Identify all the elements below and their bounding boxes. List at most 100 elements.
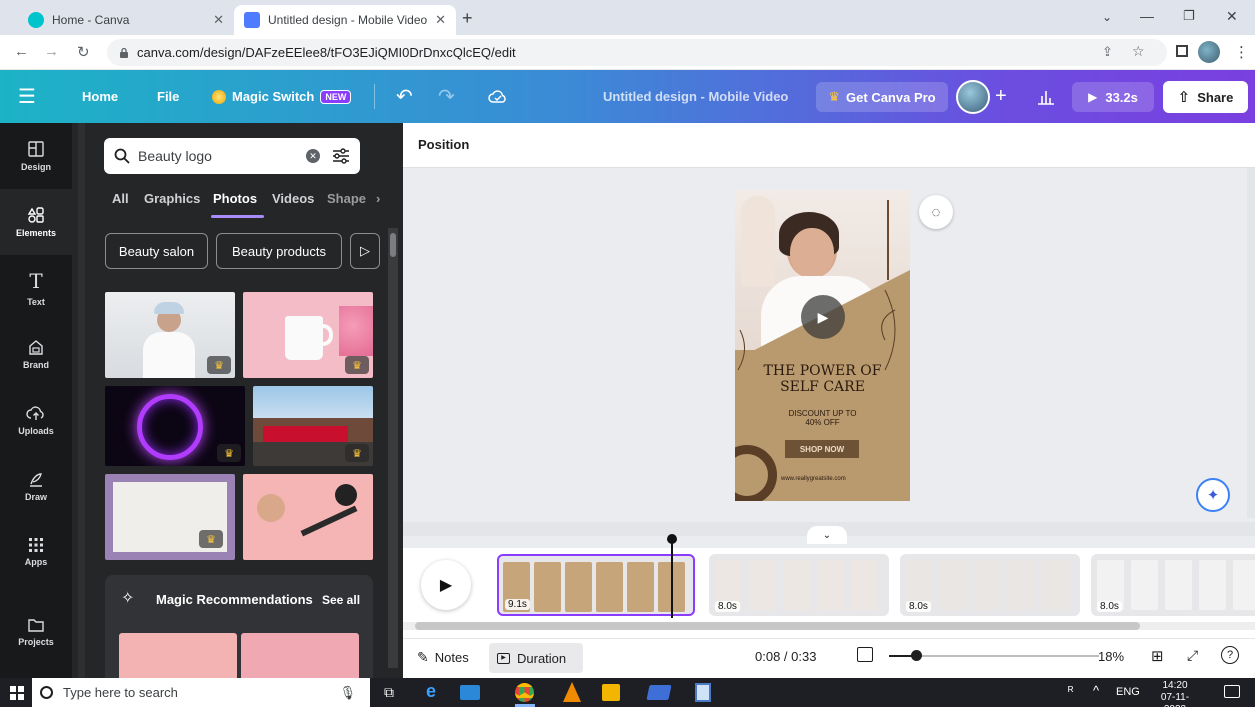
file-menu-button[interactable]: File xyxy=(157,70,179,123)
chip-beauty-salon[interactable]: Beauty salon xyxy=(105,233,208,269)
windows-search-box[interactable]: Type here to search 🎙 xyxy=(32,678,370,707)
tab-home-canva[interactable]: Home - Canva ✕ xyxy=(18,5,234,35)
timeline-clip-1[interactable]: 9.1s xyxy=(497,554,695,616)
magic-assistant-sparkle-icon[interactable]: ✦ xyxy=(1196,478,1230,512)
add-comment-icon[interactable]: ◌ xyxy=(919,195,953,229)
tray-chevron-up-icon[interactable]: ^ xyxy=(1093,683,1099,698)
timeline-playhead-knob[interactable] xyxy=(667,534,677,544)
see-all-link[interactable]: See all xyxy=(322,593,360,607)
tab-search-chevron-icon[interactable]: ⌄ xyxy=(1102,10,1112,24)
tabs-scroll-right-icon[interactable]: › xyxy=(376,191,380,206)
window-close-icon[interactable]: ✕ xyxy=(1226,8,1238,25)
notepad-app-icon[interactable] xyxy=(695,683,711,702)
rail-item-design[interactable]: Design xyxy=(0,123,72,189)
design-page[interactable]: ▶ THE POWER OF SELF CARE DISCOUNT UP TO … xyxy=(735,190,910,501)
help-question-icon[interactable]: ? xyxy=(1221,646,1239,664)
rail-item-projects[interactable]: Projects xyxy=(0,599,72,665)
document-title[interactable]: Untitled design - Mobile Video xyxy=(603,70,788,123)
design-headline[interactable]: THE POWER OF SELF CARE xyxy=(735,363,910,395)
redo-icon[interactable]: ↷ xyxy=(438,70,455,123)
share-page-icon[interactable]: ⇪ xyxy=(1102,44,1113,60)
chrome-browser-icon[interactable] xyxy=(515,683,534,702)
chips-next-arrow-icon[interactable]: ▷ xyxy=(350,233,380,269)
get-canva-pro-button[interactable]: ♛ Get Canva Pro xyxy=(816,82,948,112)
tab-photos[interactable]: Photos xyxy=(213,191,257,206)
photo-result-amethyst-frame[interactable]: ♛ xyxy=(105,474,235,560)
position-button[interactable]: Position xyxy=(418,137,469,152)
language-indicator[interactable]: ENG xyxy=(1116,686,1140,698)
file-explorer-icon[interactable] xyxy=(602,684,620,701)
insights-chart-icon[interactable] xyxy=(1036,70,1056,123)
undo-icon[interactable]: ↶ xyxy=(396,70,413,123)
rail-item-elements[interactable]: Elements xyxy=(0,189,72,255)
magic-switch-button[interactable]: Magic Switch NEW xyxy=(212,70,352,123)
share-button[interactable]: ⇧ Share xyxy=(1163,81,1248,113)
zoom-slider-thumb[interactable] xyxy=(911,650,922,661)
present-play-button[interactable]: ▶ 33.2s xyxy=(1072,82,1154,112)
clear-search-icon[interactable]: ✕ xyxy=(306,149,320,163)
timeline-play-button[interactable]: ▶ xyxy=(421,560,471,610)
cloud-saved-icon[interactable] xyxy=(488,70,508,123)
results-scrollbar-track[interactable] xyxy=(388,228,398,668)
restore-icon[interactable]: ❐ xyxy=(1183,8,1195,24)
photo-result-white-mug[interactable]: ♛ xyxy=(243,292,373,378)
mail-app-icon[interactable] xyxy=(460,685,480,700)
hamburger-menu-icon[interactable]: ☰ xyxy=(18,70,36,123)
duration-button[interactable]: ▶ Duration xyxy=(489,643,583,673)
photo-result-makeup-flatlay[interactable] xyxy=(243,474,373,560)
bookmark-star-icon[interactable]: ☆ xyxy=(1132,43,1145,60)
timeline-clip-3[interactable]: 8.0s xyxy=(900,554,1080,616)
task-view-icon[interactable]: ⧉ xyxy=(384,684,394,701)
notes-button[interactable]: ✎ Notes xyxy=(417,649,469,666)
profile-avatar[interactable] xyxy=(1198,41,1220,63)
new-tab-plus-icon[interactable]: + xyxy=(462,8,473,29)
rail-item-draw[interactable]: Draw xyxy=(0,453,72,519)
timeline-playhead[interactable] xyxy=(671,536,673,618)
rail-item-brand[interactable]: Brand xyxy=(0,321,72,387)
grid-view-icon[interactable]: ⊞ xyxy=(1151,647,1164,665)
reload-icon[interactable]: ↻ xyxy=(77,43,90,61)
design-discount-text[interactable]: DISCOUNT UP TO 40% OFF xyxy=(735,409,910,427)
notifications-icon[interactable] xyxy=(1224,685,1240,698)
results-scrollbar-thumb[interactable] xyxy=(390,233,396,257)
rail-item-text[interactable]: T Text xyxy=(0,255,72,321)
side-panel-icon[interactable] xyxy=(1176,45,1188,57)
design-shop-now-button[interactable]: SHOP NOW xyxy=(785,440,859,458)
search-input[interactable]: Beauty logo ✕ xyxy=(104,138,360,174)
minimize-icon[interactable]: — xyxy=(1140,8,1154,24)
microphone-icon[interactable]: 🎙 xyxy=(339,685,356,701)
photo-result-kfc-building[interactable]: ♛ xyxy=(253,386,373,466)
system-clock[interactable]: 14:20 07-11-2023 xyxy=(1150,680,1200,716)
fullscreen-expand-icon[interactable]: ⤢ xyxy=(1187,647,1198,664)
zoom-level[interactable]: 18% xyxy=(1098,649,1124,664)
windows-start-icon[interactable] xyxy=(10,686,24,700)
back-arrow-icon[interactable]: ← xyxy=(14,43,29,60)
tab-graphics[interactable]: Graphics xyxy=(144,191,200,206)
timeline-scrollbar-thumb[interactable] xyxy=(415,622,1140,630)
panel-scrollbar-track[interactable] xyxy=(78,123,85,678)
url-field[interactable]: canva.com/design/DAFzeEElee8/tFO3EJiQMI0… xyxy=(107,39,1167,66)
close-icon[interactable]: ✕ xyxy=(213,12,224,28)
rail-item-apps[interactable]: Apps xyxy=(0,519,72,585)
tab-shapes[interactable]: Shape xyxy=(327,191,369,206)
rail-item-uploads[interactable]: Uploads xyxy=(0,387,72,453)
timeline-toggle-chevron-icon[interactable]: ⌄ xyxy=(807,526,847,544)
timeline-clip-2[interactable]: 8.0s xyxy=(709,554,889,616)
timeline-clip-4[interactable]: 8.0s xyxy=(1091,554,1255,616)
remote-app-icon[interactable] xyxy=(646,685,672,700)
kebab-menu-icon[interactable]: ⋮ xyxy=(1234,43,1249,61)
magic-recommendation-thumb-1[interactable] xyxy=(119,633,237,678)
magic-recommendation-thumb-2[interactable] xyxy=(241,633,359,678)
video-play-overlay-icon[interactable]: ▶ xyxy=(801,295,845,339)
close-icon[interactable]: ✕ xyxy=(435,12,446,28)
forward-arrow-icon[interactable]: → xyxy=(44,43,59,60)
tab-untitled-design[interactable]: Untitled design - Mobile Video ✕ xyxy=(234,5,456,35)
timeline-view-icon[interactable] xyxy=(857,647,873,662)
invite-plus-icon[interactable]: + xyxy=(995,70,1007,123)
chip-beauty-products[interactable]: Beauty products xyxy=(216,233,342,269)
user-avatar[interactable] xyxy=(956,80,990,114)
tab-videos[interactable]: Videos xyxy=(272,191,314,206)
home-button[interactable]: Home xyxy=(82,70,118,123)
people-icon[interactable]: ᴿ xyxy=(1068,684,1073,698)
canvas-vertical-scrollbar[interactable] xyxy=(1247,168,1255,518)
